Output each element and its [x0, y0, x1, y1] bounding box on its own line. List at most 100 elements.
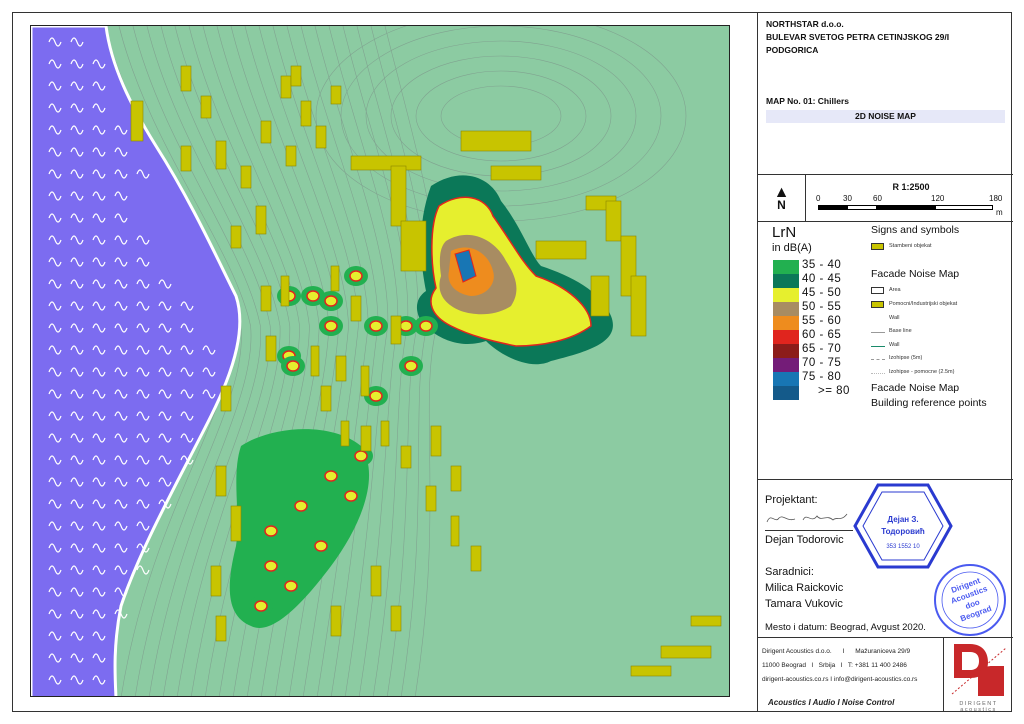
- engineer-stamp: Дејан З.Тодоровић353 1552 10: [853, 482, 953, 570]
- svg-text:353 1552 10: 353 1552 10: [886, 544, 920, 550]
- building[interactable]: [691, 616, 721, 626]
- building[interactable]: [631, 666, 671, 676]
- noise-spot-core: [370, 321, 382, 331]
- building[interactable]: [291, 66, 301, 86]
- legend-range: 40 - 45: [802, 273, 841, 285]
- building[interactable]: [221, 386, 231, 411]
- building[interactable]: [381, 421, 389, 446]
- scale-tick: 0: [816, 194, 820, 203]
- building[interactable]: [241, 166, 251, 188]
- signature-image: [765, 510, 855, 528]
- legend-range: >= 80: [818, 385, 850, 397]
- building[interactable]: [361, 426, 371, 451]
- map-number: MAP No. 01: Chillers: [766, 95, 1005, 108]
- building[interactable]: [331, 266, 339, 291]
- building[interactable]: [391, 316, 401, 344]
- client-address: BULEVAR SVETOG PETRA CETINJSKOG 29/I: [766, 31, 1005, 44]
- company-line: Dirigent Acoustics d.o.o. I Mažuraniceva…: [762, 648, 910, 655]
- scale-tick: 30: [843, 194, 852, 203]
- legend-swatch: [773, 274, 799, 288]
- area-swatch: [871, 287, 884, 294]
- building[interactable]: [361, 366, 369, 396]
- building[interactable]: [371, 566, 381, 596]
- building[interactable]: [606, 201, 621, 241]
- building[interactable]: [536, 241, 586, 259]
- building[interactable]: [591, 276, 609, 316]
- building[interactable]: [351, 156, 421, 170]
- symbol-label: Izohipse - pomocne (2.5m): [889, 369, 954, 375]
- legend-range: 60 - 65: [802, 329, 841, 341]
- building[interactable]: [256, 206, 266, 234]
- building[interactable]: [451, 516, 459, 546]
- building[interactable]: [201, 96, 211, 118]
- building[interactable]: [281, 76, 291, 98]
- building[interactable]: [661, 646, 711, 658]
- noise-spot-core: [405, 361, 417, 371]
- building[interactable]: [631, 276, 646, 336]
- noise-spot-core: [400, 321, 412, 331]
- building[interactable]: [261, 121, 271, 143]
- building[interactable]: [301, 101, 311, 126]
- building[interactable]: [311, 346, 319, 376]
- legend-range: 55 - 60: [802, 315, 841, 327]
- building[interactable]: [181, 66, 191, 91]
- building[interactable]: [351, 296, 361, 321]
- legend-range: 70 - 75: [802, 357, 841, 369]
- base-line-symbol: [871, 332, 885, 333]
- building[interactable]: [401, 221, 426, 271]
- building[interactable]: [211, 566, 221, 596]
- building[interactable]: [216, 141, 226, 169]
- building[interactable]: [231, 226, 241, 248]
- building[interactable]: [451, 466, 461, 491]
- building[interactable]: [181, 146, 191, 171]
- building[interactable]: [331, 606, 341, 636]
- web-contact[interactable]: dirigent-acoustics.co.rs I info@dirigent…: [762, 676, 917, 683]
- legend-range: 65 - 70: [802, 343, 841, 355]
- legend: LrN in dB(A) 35 - 4040 - 4545 - 5050 - 5…: [758, 222, 1013, 480]
- symbol-label: Stambeni objekat: [889, 243, 932, 249]
- building[interactable]: [316, 126, 326, 148]
- noise-spot-core: [355, 451, 367, 461]
- noise-spot-core: [325, 296, 337, 306]
- building[interactable]: [401, 446, 411, 468]
- building[interactable]: [341, 421, 349, 446]
- company-logo: DIRIGENT acoustics: [943, 638, 1013, 712]
- building[interactable]: [461, 131, 531, 151]
- building[interactable]: [321, 386, 331, 411]
- building[interactable]: [286, 146, 296, 166]
- building[interactable]: [491, 166, 541, 180]
- place-date: Mesto i datum: Beograd, Avgust 2020.: [765, 622, 926, 633]
- building[interactable]: [131, 101, 143, 141]
- legend-unit: in dB(A): [772, 242, 812, 254]
- legend-swatch: [773, 344, 799, 358]
- saradnik-name: Milica Raickovic: [765, 582, 843, 594]
- symbol-label: Base line: [889, 328, 912, 334]
- building[interactable]: [336, 356, 346, 381]
- scale-bar: R 1:2500 0 30 60 120 180 m: [816, 181, 1006, 194]
- map-title: 2D NOISE MAP: [766, 110, 1005, 123]
- building[interactable]: [216, 616, 226, 641]
- building[interactable]: [391, 606, 401, 631]
- building[interactable]: [471, 546, 481, 571]
- building-reference-points: Building reference points: [871, 397, 987, 409]
- projektant-label: Projektant:: [765, 494, 818, 506]
- legend-title: LrN: [772, 224, 796, 241]
- building[interactable]: [261, 286, 271, 311]
- legend-swatch: [773, 316, 799, 330]
- building[interactable]: [391, 166, 406, 226]
- svg-text:Дејан З.: Дејан З.: [887, 515, 918, 524]
- legend-swatch: [773, 386, 799, 400]
- building[interactable]: [431, 426, 441, 456]
- scale-ratio: R 1:2500: [816, 181, 1006, 194]
- noise-map[interactable]: [30, 25, 730, 697]
- building[interactable]: [231, 506, 241, 541]
- building[interactable]: [216, 466, 226, 496]
- building[interactable]: [266, 336, 276, 361]
- saradnik-name: Tamara Vukovic: [765, 598, 843, 610]
- north-scale-section: ▲N R 1:2500 0 30 60 120 180 m: [758, 175, 1013, 222]
- noise-spot-core: [325, 471, 337, 481]
- noise-spot-core: [285, 581, 297, 591]
- building[interactable]: [331, 86, 341, 104]
- building[interactable]: [426, 486, 436, 511]
- building[interactable]: [281, 276, 289, 306]
